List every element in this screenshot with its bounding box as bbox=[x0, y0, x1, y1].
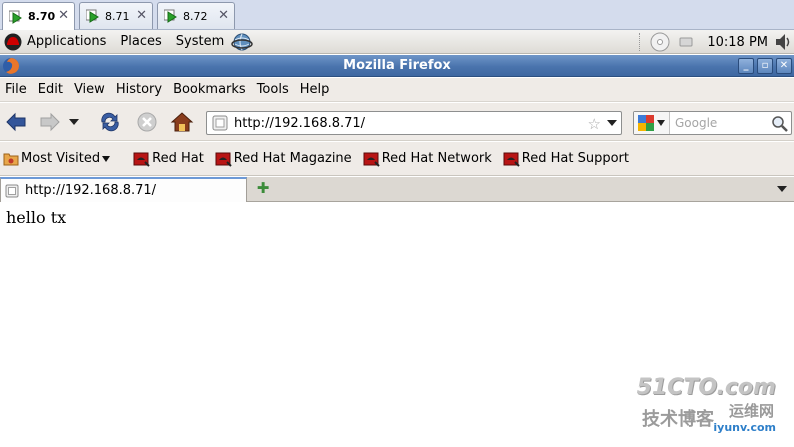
forward-button[interactable] bbox=[37, 110, 63, 134]
reload-button[interactable] bbox=[97, 110, 123, 134]
bookmark-star-icon[interactable]: ☆ bbox=[588, 115, 601, 133]
vnc-connection-icon bbox=[86, 9, 99, 23]
chevron-down-icon bbox=[69, 119, 79, 125]
most-visited-label: Most Visited bbox=[21, 151, 101, 166]
history-dropdown-button[interactable] bbox=[66, 110, 82, 134]
redhat-bookmark-icon bbox=[363, 152, 380, 167]
system-menu[interactable]: System bbox=[169, 31, 231, 53]
search-icon[interactable] bbox=[771, 115, 789, 133]
panel-separator bbox=[639, 33, 641, 51]
browser-tab[interactable]: http://192.168.8.71/ bbox=[0, 177, 247, 202]
panel-clock[interactable]: 10:18 PM bbox=[707, 35, 768, 50]
chevron-down-icon bbox=[102, 155, 111, 162]
folder-icon bbox=[3, 153, 19, 165]
menu-help[interactable]: Help bbox=[295, 79, 335, 101]
menubar: File Edit View History Bookmarks Tools H… bbox=[0, 78, 794, 102]
vnc-tab-label: 8.70 bbox=[28, 10, 56, 23]
url-dropdown-icon[interactable] bbox=[607, 120, 617, 126]
tab-list-dropdown[interactable] bbox=[777, 186, 787, 192]
bookmark-label: Red Hat Support bbox=[521, 151, 629, 166]
network-globe-icon[interactable] bbox=[231, 31, 253, 53]
close-icon[interactable]: ✕ bbox=[58, 8, 69, 23]
navigation-toolbar: ☆ bbox=[0, 103, 794, 141]
maximize-button[interactable]: ▫ bbox=[757, 58, 773, 74]
applications-menu[interactable]: Applications bbox=[0, 31, 113, 53]
window-title: Mozilla Firefox bbox=[343, 58, 451, 73]
home-icon bbox=[170, 112, 194, 132]
back-button[interactable] bbox=[3, 110, 29, 134]
close-icon[interactable]: ✕ bbox=[218, 8, 229, 23]
bookmark-label: Red Hat bbox=[152, 151, 204, 166]
search-input[interactable] bbox=[675, 116, 771, 130]
close-window-button[interactable]: ✕ bbox=[776, 58, 792, 74]
menu-file[interactable]: File bbox=[0, 79, 32, 101]
watermark-left-text: 技术博客 bbox=[642, 409, 714, 430]
storage-icon[interactable] bbox=[679, 36, 693, 48]
page-content: hello tx 51CTO.com 技术博客 运维网 iyunv.com bbox=[0, 203, 794, 447]
window-titlebar[interactable]: Mozilla Firefox _ ▫ ✕ bbox=[0, 55, 794, 77]
reload-icon bbox=[101, 112, 119, 132]
vnc-connection-icon bbox=[164, 9, 177, 23]
watermark-brand: 51CTO.com bbox=[636, 375, 776, 400]
home-button[interactable] bbox=[169, 110, 195, 134]
places-menu[interactable]: Places bbox=[113, 31, 168, 53]
site-identity-icon[interactable] bbox=[212, 115, 228, 131]
vnc-tab-label: 8.72 bbox=[183, 9, 208, 23]
stop-button[interactable] bbox=[134, 110, 160, 134]
bookmark-red-hat-support[interactable]: Red Hat Support bbox=[503, 148, 629, 170]
applications-label: Applications bbox=[27, 33, 107, 49]
page-text: hello tx bbox=[6, 208, 67, 227]
url-bar[interactable]: ☆ bbox=[206, 111, 622, 135]
bookmark-red-hat-magazine[interactable]: Red Hat Magazine bbox=[215, 148, 352, 170]
url-input[interactable] bbox=[234, 115, 574, 131]
search-engine-button[interactable] bbox=[634, 112, 670, 134]
redhat-bookmark-icon bbox=[503, 152, 520, 167]
tab-strip: http://192.168.8.71/ ✚ bbox=[0, 177, 794, 202]
menu-edit[interactable]: Edit bbox=[33, 79, 68, 101]
vnc-tab-8-72[interactable]: 8.72 ✕ bbox=[157, 2, 235, 29]
watermark: 51CTO.com 技术博客 运维网 iyunv.com bbox=[636, 375, 786, 441]
vnc-connection-icon bbox=[9, 10, 22, 24]
watermark-right-text: 运维网 bbox=[728, 402, 774, 420]
volume-icon[interactable] bbox=[774, 32, 792, 52]
menu-bookmarks[interactable]: Bookmarks bbox=[168, 79, 251, 101]
redhat-logo-icon bbox=[4, 33, 22, 50]
chevron-down-icon bbox=[657, 120, 665, 126]
redhat-bookmark-icon bbox=[215, 152, 232, 167]
search-bar[interactable] bbox=[633, 111, 792, 135]
menu-history[interactable]: History bbox=[111, 79, 167, 101]
bookmark-label: Red Hat Network bbox=[381, 151, 492, 166]
cd-drive-icon[interactable] bbox=[647, 31, 673, 53]
bookmark-red-hat[interactable]: Red Hat bbox=[133, 148, 204, 170]
new-tab-button[interactable]: ✚ bbox=[256, 181, 270, 196]
vnc-tab-label: 8.71 bbox=[105, 9, 130, 23]
watermark-url: iyunv.com bbox=[713, 421, 776, 434]
vnc-session-tabs: 8.70 ✕ 8.71 ✕ 8.72 ✕ bbox=[0, 0, 794, 30]
page-icon bbox=[5, 184, 19, 197]
close-icon[interactable]: ✕ bbox=[136, 8, 147, 23]
firefox-icon[interactable] bbox=[2, 57, 20, 75]
back-arrow-icon bbox=[6, 112, 26, 132]
redhat-bookmark-icon bbox=[133, 152, 150, 167]
gnome-top-panel: Applications Places System 10:18 PM bbox=[0, 30, 794, 54]
forward-arrow-icon bbox=[40, 112, 60, 132]
minimize-button[interactable]: _ bbox=[738, 58, 754, 74]
most-visited-menu[interactable]: Most Visited bbox=[3, 148, 111, 170]
menu-tools[interactable]: Tools bbox=[252, 79, 294, 101]
menu-view[interactable]: View bbox=[69, 79, 110, 101]
vnc-tab-8-71[interactable]: 8.71 ✕ bbox=[79, 2, 153, 29]
bookmarks-toolbar: Most Visited Red Hat Red Hat Magazine Re… bbox=[0, 142, 794, 176]
tab-title: http://192.168.8.71/ bbox=[25, 183, 157, 198]
stop-icon bbox=[137, 112, 157, 132]
bookmark-red-hat-network[interactable]: Red Hat Network bbox=[363, 148, 492, 170]
google-icon bbox=[638, 115, 654, 131]
vnc-tab-8-70[interactable]: 8.70 ✕ bbox=[2, 2, 75, 30]
bookmark-label: Red Hat Magazine bbox=[233, 151, 352, 166]
